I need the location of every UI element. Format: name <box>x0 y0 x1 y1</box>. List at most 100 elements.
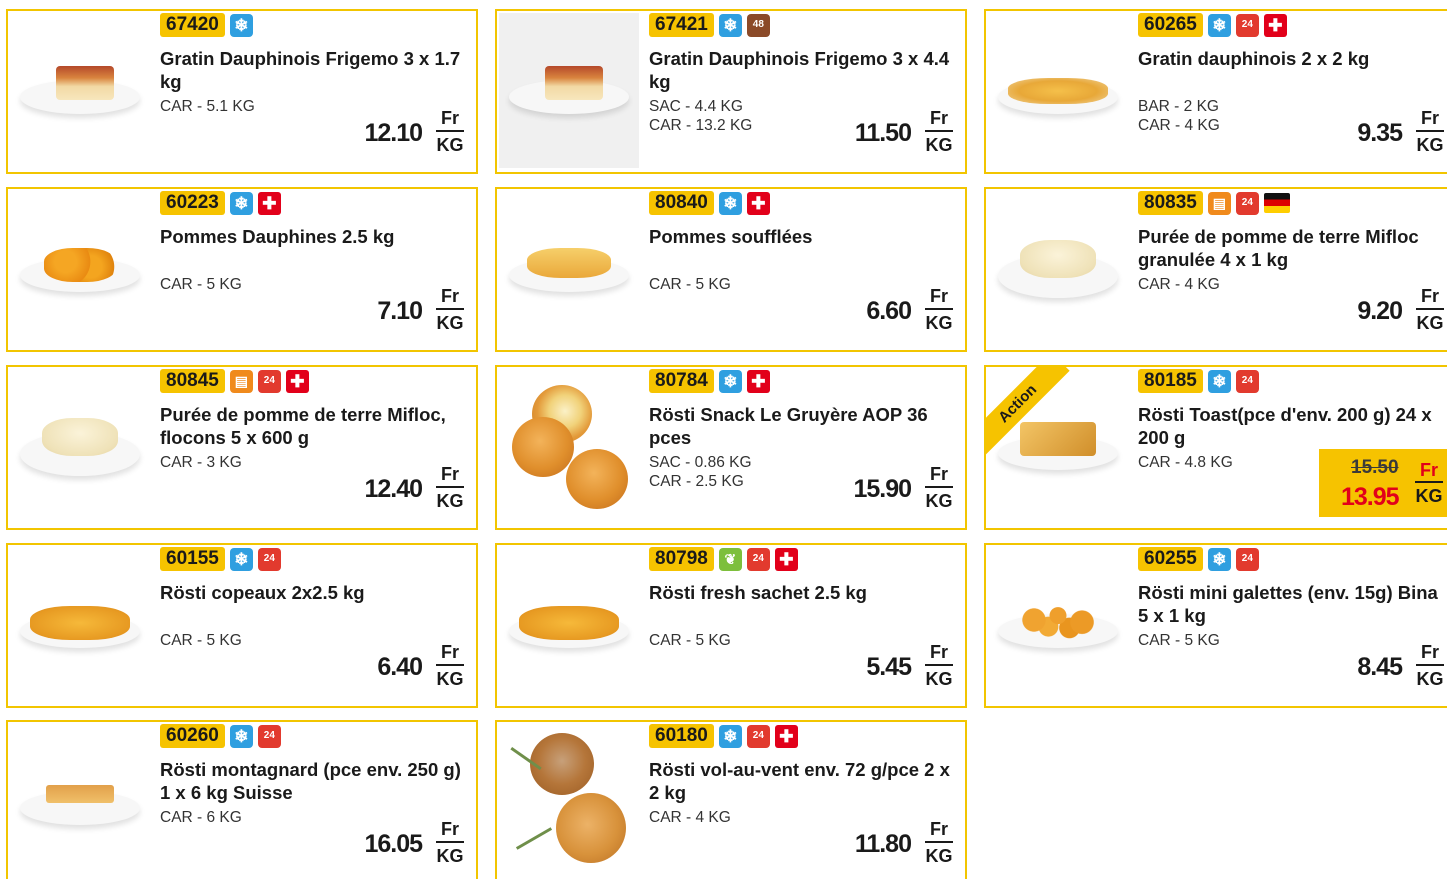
product-image <box>10 724 150 879</box>
packaging: CAR - 13.2 KG <box>649 117 753 134</box>
delivery-24h-icon: 24 <box>746 724 770 748</box>
price: 16.05 <box>364 830 423 858</box>
product-name: Pommes soufflées <box>649 226 813 247</box>
price: 11.80 <box>854 830 912 858</box>
price: 15.90 <box>853 475 912 503</box>
product-card-80835[interactable]: 80835 24 Purée de pomme de terre Mifloc … <box>984 187 1447 352</box>
product-card-60265[interactable]: 60265 24 Gratin dauphinois 2 x 2 kg BAR … <box>984 9 1447 174</box>
product-name: Purée de pomme de terre Mifloc, flocons … <box>160 404 446 448</box>
price: 6.40 <box>377 653 423 681</box>
packaging: CAR - 5 KG <box>160 276 242 293</box>
dry-goods-icon <box>1207 191 1231 215</box>
price-unit: Fr KG <box>436 286 464 333</box>
fresh-leaf-icon <box>718 547 742 571</box>
delivery-24h-icon: 24 <box>257 369 281 393</box>
promo-price-box: 15.50 13.95 Fr KG <box>1319 449 1447 517</box>
price: 9.35 <box>1357 119 1403 147</box>
german-flag-icon <box>1263 193 1290 213</box>
product-image <box>988 547 1128 702</box>
packaging: CAR - 2.5 KG <box>649 473 744 490</box>
product-card-67421[interactable]: 67421 48 Gratin Dauphinois Frigemo 3 x 4… <box>495 9 967 174</box>
frozen-icon <box>229 191 253 215</box>
price-unit: Fr KG <box>925 286 953 333</box>
product-name: Gratin Dauphinois Frigemo 3 x 1.7 kg <box>160 48 461 92</box>
promo-price: 13.95 <box>1341 483 1400 511</box>
swiss-flag-icon <box>257 191 281 215</box>
product-name: Purée de pomme de terre Mifloc granulée … <box>1138 226 1419 270</box>
packaging: CAR - 5.1 KG <box>160 98 255 115</box>
product-image <box>988 369 1128 524</box>
product-image <box>10 547 150 702</box>
swiss-flag-icon <box>774 547 798 571</box>
product-card-60260[interactable]: 60260 24 Rösti montagnard (pce env. 250 … <box>6 720 478 879</box>
thaw-48h-icon: 48 <box>746 13 770 37</box>
price: 12.10 <box>364 119 423 147</box>
product-card-80845[interactable]: 80845 24 Purée de pomme de terre Mifloc,… <box>6 365 478 530</box>
article-code: 60255 <box>1138 547 1203 571</box>
frozen-icon <box>718 13 742 37</box>
product-name: Rösti montagnard (pce env. 250 g) 1 x 6 … <box>160 759 461 803</box>
article-code: 80798 <box>649 547 714 571</box>
frozen-icon <box>1207 547 1231 571</box>
frozen-icon <box>229 13 253 37</box>
article-code: 67420 <box>160 13 225 37</box>
price: 6.60 <box>866 297 912 325</box>
price: 12.40 <box>364 475 423 503</box>
product-name: Gratin Dauphinois Frigemo 3 x 4.4 kg <box>649 48 950 92</box>
price-unit: Fr KG <box>925 464 953 511</box>
price-unit: Fr KG <box>436 108 464 155</box>
product-image <box>10 13 150 168</box>
swiss-flag-icon <box>746 191 770 215</box>
product-card-80840[interactable]: 80840 Pommes soufflées CAR - 5 KG 6.60 F… <box>495 187 967 352</box>
delivery-24h-icon: 24 <box>257 724 281 748</box>
frozen-icon <box>1207 369 1231 393</box>
packaging: CAR - 3 KG <box>160 454 242 471</box>
article-code: 80784 <box>649 369 714 393</box>
frozen-icon <box>718 724 742 748</box>
article-code: 60265 <box>1138 13 1203 37</box>
article-code: 80845 <box>160 369 225 393</box>
delivery-24h-icon: 24 <box>746 547 770 571</box>
packaging: CAR - 5 KG <box>649 632 731 649</box>
price-unit: Fr KG <box>436 464 464 511</box>
price: 8.45 <box>1357 653 1403 681</box>
product-name: Rösti Snack Le Gruyère AOP 36 pces <box>649 404 928 448</box>
old-price: 15.50 <box>1351 457 1399 478</box>
product-image <box>499 191 639 346</box>
product-image <box>10 369 150 524</box>
product-name: Rösti vol-au-vent env. 72 g/pce 2 x 2 kg <box>649 759 950 803</box>
article-code: 80835 <box>1138 191 1203 215</box>
product-card-80185[interactable]: Action 80185 24 Rösti Toast(pce d'env. 2… <box>984 365 1447 530</box>
packaging: CAR - 5 KG <box>1138 632 1220 649</box>
delivery-24h-icon: 24 <box>1235 369 1259 393</box>
price-unit: Fr KG <box>1416 642 1444 689</box>
product-image <box>988 13 1128 168</box>
product-name: Gratin dauphinois 2 x 2 kg <box>1138 48 1370 69</box>
price-unit: Fr KG <box>1416 286 1444 333</box>
product-card-60180[interactable]: 60180 24 Rösti vol-au-vent env. 72 g/pce… <box>495 720 967 879</box>
packaging: SAC - 0.86 KG <box>649 454 752 471</box>
product-name: Pommes Dauphines 2.5 kg <box>160 226 395 247</box>
price-unit: Fr KG <box>925 819 953 866</box>
product-image <box>499 724 639 879</box>
product-card-80784[interactable]: 80784 Rösti Snack Le Gruyère AOP 36 pces… <box>495 365 967 530</box>
packaging: CAR - 6 KG <box>160 809 242 826</box>
price-unit: Fr KG <box>436 819 464 866</box>
frozen-icon <box>718 369 742 393</box>
article-code: 60260 <box>160 724 225 748</box>
price-unit: Fr KG <box>925 642 953 689</box>
article-code: 67421 <box>649 13 714 37</box>
product-card-60223[interactable]: 60223 Pommes Dauphines 2.5 kg CAR - 5 KG… <box>6 187 478 352</box>
delivery-24h-icon: 24 <box>1235 191 1259 215</box>
packaging: CAR - 4.8 KG <box>1138 454 1233 471</box>
price-unit: Fr KG <box>1415 460 1443 506</box>
price: 9.20 <box>1357 297 1403 325</box>
price-unit: Fr KG <box>1416 108 1444 155</box>
product-card-60255[interactable]: 60255 24 Rösti mini galettes (env. 15g) … <box>984 543 1447 708</box>
packaging: CAR - 4 KG <box>1138 117 1220 134</box>
product-card-60155[interactable]: 60155 24 Rösti copeaux 2x2.5 kg CAR - 5 … <box>6 543 478 708</box>
product-card-67420[interactable]: 67420 Gratin Dauphinois Frigemo 3 x 1.7 … <box>6 9 478 174</box>
product-card-80798[interactable]: 80798 24 Rösti fresh sachet 2.5 kg CAR -… <box>495 543 967 708</box>
product-image <box>988 191 1128 346</box>
product-name: Rösti copeaux 2x2.5 kg <box>160 582 365 603</box>
